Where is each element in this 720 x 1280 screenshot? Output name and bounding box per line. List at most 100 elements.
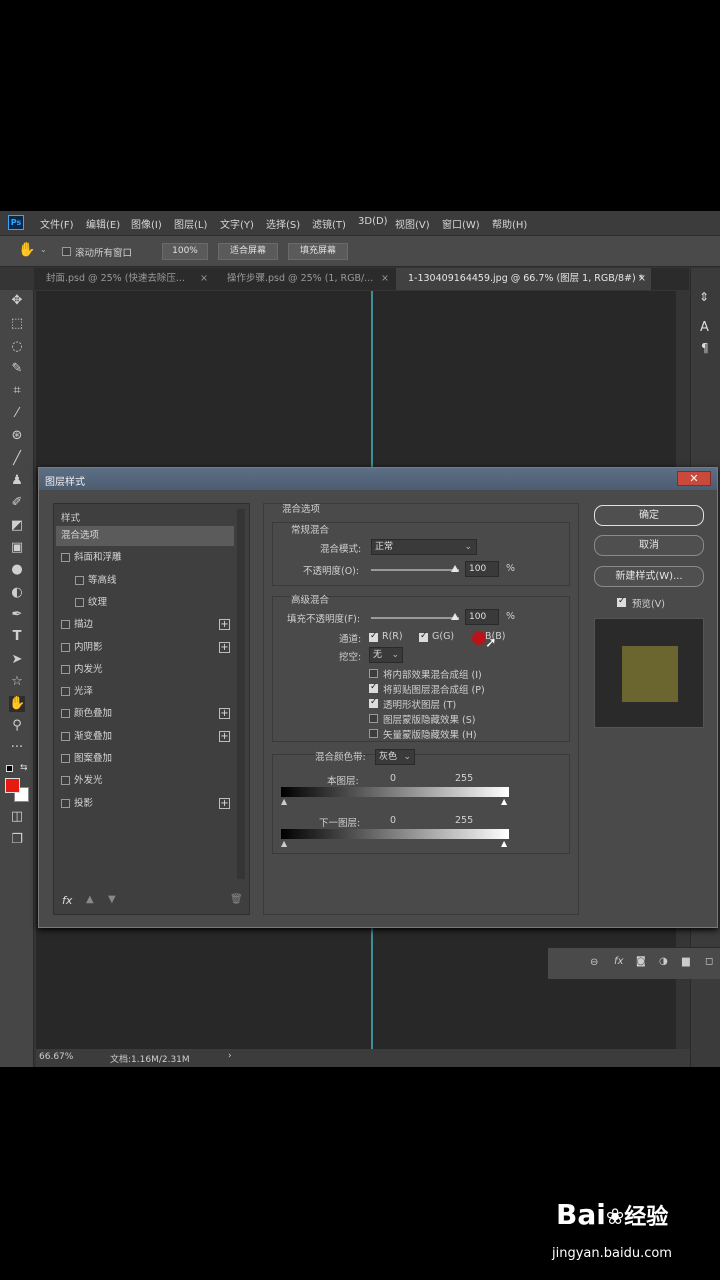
style-item[interactable]: 描边 + — [56, 615, 234, 635]
menu-help[interactable]: 帮助(H) — [492, 216, 527, 231]
advanced-option-checkbox[interactable] — [369, 669, 378, 678]
style-item[interactable]: 颜色叠加 + — [56, 704, 234, 724]
adjustment-layer-icon[interactable]: ◑ — [659, 956, 668, 967]
menu-image[interactable]: 图像(I) — [131, 216, 162, 231]
advanced-option-checkbox[interactable] — [369, 682, 378, 693]
zoom-tool-icon[interactable]: ⚲ — [9, 718, 25, 734]
styles-scrollbar[interactable] — [237, 509, 245, 879]
tab-document-1[interactable]: 封面.psd @ 25% (快速去除压... × — [34, 268, 214, 290]
styles-header[interactable]: 样式 — [61, 510, 80, 524]
history-brush-icon[interactable]: ✐ — [9, 495, 25, 511]
pen-tool-icon[interactable]: ✒ — [9, 607, 25, 623]
style-item-checkbox[interactable] — [61, 709, 70, 719]
add-effect-icon[interactable]: + — [219, 708, 230, 720]
dialog-titlebar[interactable]: 图层样式 ✕ — [39, 468, 717, 490]
more-tools-icon[interactable]: ··· — [9, 740, 25, 756]
channel-g-checkbox[interactable] — [419, 631, 428, 642]
advanced-option-checkbox[interactable] — [369, 729, 378, 738]
add-effect-icon[interactable]: + — [219, 797, 230, 809]
style-item-checkbox[interactable] — [61, 553, 70, 563]
style-item[interactable]: 内发光 — [56, 660, 234, 680]
brush-tool-icon[interactable]: ╱ — [9, 451, 25, 467]
quick-select-tool-icon[interactable]: ✎ — [9, 361, 25, 377]
style-item-checkbox[interactable] — [61, 642, 70, 652]
style-item[interactable]: 渐变叠加 + — [56, 727, 234, 747]
opacity-slider[interactable] — [371, 569, 459, 571]
swap-colors-icon[interactable]: ⇆ — [20, 763, 28, 773]
close-icon[interactable]: × — [638, 268, 646, 290]
channel-r-checkbox[interactable] — [369, 631, 378, 642]
style-item[interactable]: 纹理 — [56, 593, 234, 613]
style-item[interactable]: 混合选项 — [56, 526, 234, 546]
close-icon[interactable]: × — [381, 268, 389, 290]
adjust-panel-icon[interactable]: ⇕ — [699, 290, 709, 304]
quick-mask-icon[interactable]: ◫ — [9, 809, 25, 825]
style-item[interactable]: 等高线 — [56, 571, 234, 591]
gradient-tool-icon[interactable]: ▣ — [9, 540, 25, 556]
crop-tool-icon[interactable]: ⌗ — [9, 383, 25, 399]
close-icon[interactable]: × — [200, 268, 208, 290]
fx-icon[interactable]: fx — [614, 956, 623, 967]
eyedropper-tool-icon[interactable]: ⁄ — [9, 406, 25, 422]
ok-button[interactable]: 确定 — [594, 505, 704, 526]
opacity-slider-thumb[interactable] — [451, 565, 459, 572]
style-item[interactable]: 斜面和浮雕 — [56, 548, 234, 568]
move-up-icon[interactable]: ▲ — [86, 894, 94, 905]
style-item-checkbox[interactable] — [61, 731, 70, 741]
healing-tool-icon[interactable]: ⊛ — [9, 428, 25, 444]
add-effect-icon[interactable]: + — [219, 619, 230, 631]
cancel-button[interactable]: 取消 — [594, 535, 704, 556]
fx-menu-icon[interactable]: fx — [62, 894, 72, 907]
opacity-input[interactable]: 100 — [465, 561, 499, 577]
channel-b-checkbox-highlight[interactable] — [472, 631, 486, 645]
underlying-white-slider[interactable]: ▲ — [501, 839, 507, 848]
move-tool-icon[interactable]: ✥ — [9, 293, 25, 309]
style-item[interactable]: 外发光 — [56, 771, 234, 791]
screen-mode-icon[interactable]: ❐ — [9, 832, 25, 848]
scroll-all-checkbox[interactable] — [62, 247, 71, 256]
menu-layer[interactable]: 图层(L) — [174, 216, 207, 231]
style-item-checkbox[interactable] — [61, 687, 70, 697]
blur-tool-icon[interactable]: ● — [9, 562, 25, 578]
hand-tool-icon[interactable]: ✋ — [18, 242, 35, 258]
tab-document-3[interactable]: 1-130409164459.jpg @ 66.7% (图层 1, RGB/8#… — [396, 268, 651, 290]
zoom-level[interactable]: 66.67% — [39, 1052, 73, 1062]
blend-mode-select[interactable]: 正常 ⌄ — [371, 539, 477, 555]
blend-if-select[interactable]: 灰色 ⌄ — [375, 749, 415, 765]
style-item-checkbox[interactable] — [75, 597, 84, 607]
style-item-checkbox[interactable] — [61, 620, 70, 630]
group-folder-icon[interactable]: ▆ — [682, 956, 690, 967]
stamp-tool-icon[interactable]: ♟ — [9, 473, 25, 489]
style-item[interactable]: 投影 + — [56, 794, 234, 814]
menu-window[interactable]: 窗口(W) — [442, 216, 480, 231]
style-item[interactable]: 内阴影 + — [56, 638, 234, 658]
lasso-tool-icon[interactable]: ◌ — [9, 339, 25, 355]
path-select-icon[interactable]: ➤ — [9, 652, 25, 668]
style-item-checkbox[interactable] — [61, 754, 70, 763]
knockout-select[interactable]: 无 ⌄ — [369, 647, 403, 663]
type-tool-icon[interactable]: T — [9, 629, 25, 645]
new-layer-icon[interactable]: ◻ — [705, 956, 713, 967]
character-panel-icon[interactable]: A — [700, 320, 709, 335]
fill-screen-button[interactable]: 填充屏幕 — [288, 243, 348, 260]
close-button[interactable]: ✕ — [677, 471, 711, 486]
add-mask-icon[interactable]: ◙ — [636, 956, 646, 967]
menu-type[interactable]: 文字(Y) — [220, 216, 254, 231]
shape-tool-icon[interactable]: ☆ — [9, 674, 25, 690]
menu-filter[interactable]: 滤镜(T) — [312, 216, 346, 231]
marquee-tool-icon[interactable]: ⬚ — [9, 316, 25, 332]
chevron-down-icon[interactable]: ⌄ — [40, 245, 47, 254]
trash-icon[interactable]: 🗑 — [230, 894, 243, 905]
add-effect-icon[interactable]: + — [219, 641, 230, 653]
advanced-option-checkbox[interactable] — [369, 714, 378, 723]
underlying-black-slider[interactable]: ▲ — [281, 839, 287, 848]
eraser-tool-icon[interactable]: ◩ — [9, 518, 25, 534]
paragraph-panel-icon[interactable]: ¶ — [701, 341, 709, 355]
status-menu-arrow[interactable]: › — [228, 1051, 232, 1061]
tab-document-2[interactable]: 操作步骤.psd @ 25% (1, RGB/... × — [215, 268, 395, 290]
menu-view[interactable]: 视图(V) — [395, 216, 430, 231]
this-layer-gradient[interactable] — [281, 787, 509, 797]
menu-3d[interactable]: 3D(D) — [358, 216, 388, 227]
fill-opacity-input[interactable]: 100 — [465, 609, 499, 625]
fill-opacity-slider[interactable] — [371, 617, 459, 619]
